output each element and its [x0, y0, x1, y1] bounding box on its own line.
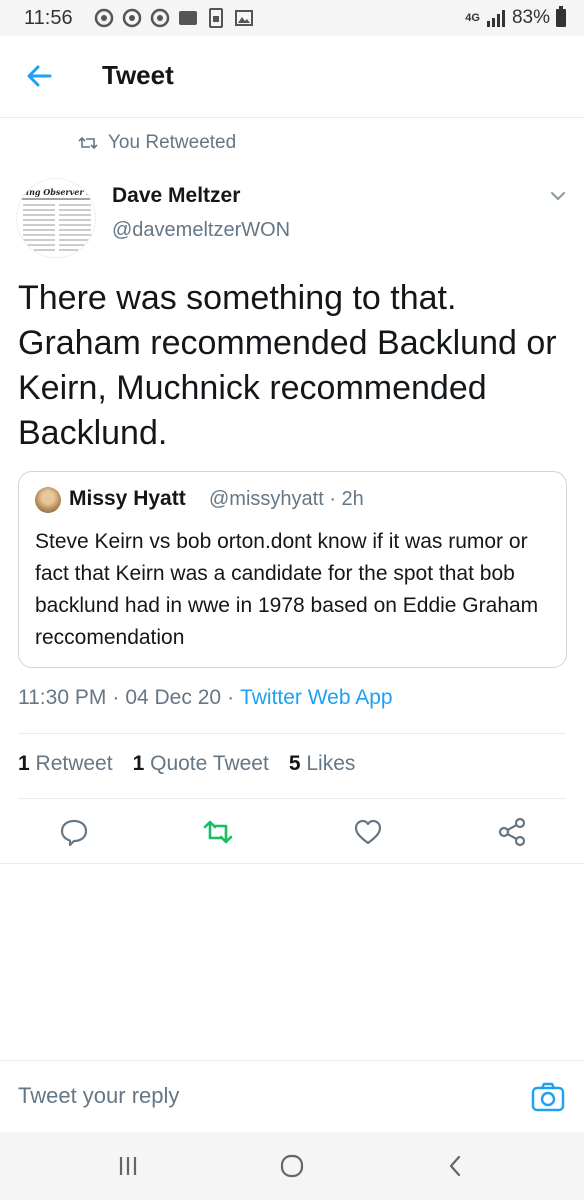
quote-avatar	[35, 487, 61, 513]
author-name[interactable]: Dave Meltzer	[112, 184, 240, 208]
back-arrow-icon[interactable]	[20, 58, 60, 94]
notification-icons	[94, 8, 254, 28]
quote-tweets-stat[interactable]: 1 Quote Tweet	[133, 752, 269, 776]
newspaper-avatar-image: ling Observer News	[17, 179, 96, 257]
chrome-icon	[150, 8, 170, 28]
status-time: 11:56	[24, 7, 73, 29]
signal-icon	[486, 10, 505, 27]
source-app-link[interactable]: Twitter Web App	[240, 686, 393, 710]
tweet-stats: 1 Retweet 1 Quote Tweet 5 Likes	[18, 752, 355, 776]
quote-author-name: Missy Hyatt	[69, 487, 186, 510]
quote-tweet-card[interactable]: Missy Hyatt @missyhyatt · 2h Steve Keirn…	[18, 471, 567, 668]
home-icon[interactable]	[278, 1152, 306, 1180]
reply-icon[interactable]	[58, 816, 90, 848]
meta-separator: ·	[227, 686, 235, 709]
battery-percent: 83%	[511, 7, 550, 28]
retweets-stat[interactable]: 1 Retweet	[18, 752, 113, 776]
battery-icon	[556, 6, 566, 27]
tweet-time: 11:30 PM	[18, 686, 107, 709]
chrome-icon	[94, 8, 114, 28]
recent-apps-icon[interactable]	[114, 1152, 142, 1180]
sim-icon	[209, 8, 223, 28]
meta-separator: ·	[112, 686, 120, 709]
chevron-down-icon[interactable]	[546, 184, 570, 208]
tweet-text: There was something to that. Graham reco…	[18, 279, 557, 452]
tweet-meta: 11:30 PM · 04 Dec 20 · Twitter Web App	[18, 686, 393, 710]
status-right: 4G 83%	[465, 6, 566, 29]
camera-icon[interactable]	[530, 1079, 566, 1115]
retweet-notice-label: You Retweeted	[108, 132, 237, 153]
header: Tweet	[0, 36, 584, 118]
tweet-date: 04 Dec 20	[125, 686, 222, 709]
pdf-icon	[179, 11, 197, 25]
chrome-icon	[122, 8, 142, 28]
image-icon	[235, 10, 253, 26]
like-icon[interactable]	[352, 816, 384, 848]
share-icon[interactable]	[496, 816, 528, 848]
retweet-icon[interactable]	[202, 816, 234, 848]
status-bar: 11:56 4G 83%	[0, 0, 584, 36]
divider	[18, 798, 566, 799]
author-handle[interactable]: @davemeltzerWON	[112, 219, 290, 242]
quote-author-handle: @missyhyatt · 2h	[209, 488, 364, 510]
reply-input[interactable]: Tweet your reply	[18, 1083, 179, 1109]
divider	[18, 733, 566, 734]
author-avatar[interactable]: ling Observer News	[16, 178, 96, 258]
page-title: Tweet	[102, 60, 174, 90]
retweet-small-icon	[78, 136, 98, 150]
tweet-actions	[0, 800, 584, 864]
retweet-notice: You Retweeted	[78, 132, 236, 154]
quote-text: Steve Keirn vs bob orton.dont know if it…	[35, 530, 539, 649]
reply-bar: Tweet your reply	[0, 1060, 584, 1132]
network-indicator: 4G	[465, 12, 480, 24]
svg-text:ling Observer News: ling Observer News	[23, 187, 96, 197]
system-nav-bar	[0, 1132, 584, 1200]
back-icon[interactable]	[442, 1152, 470, 1180]
likes-stat[interactable]: 5 Likes	[289, 752, 356, 776]
